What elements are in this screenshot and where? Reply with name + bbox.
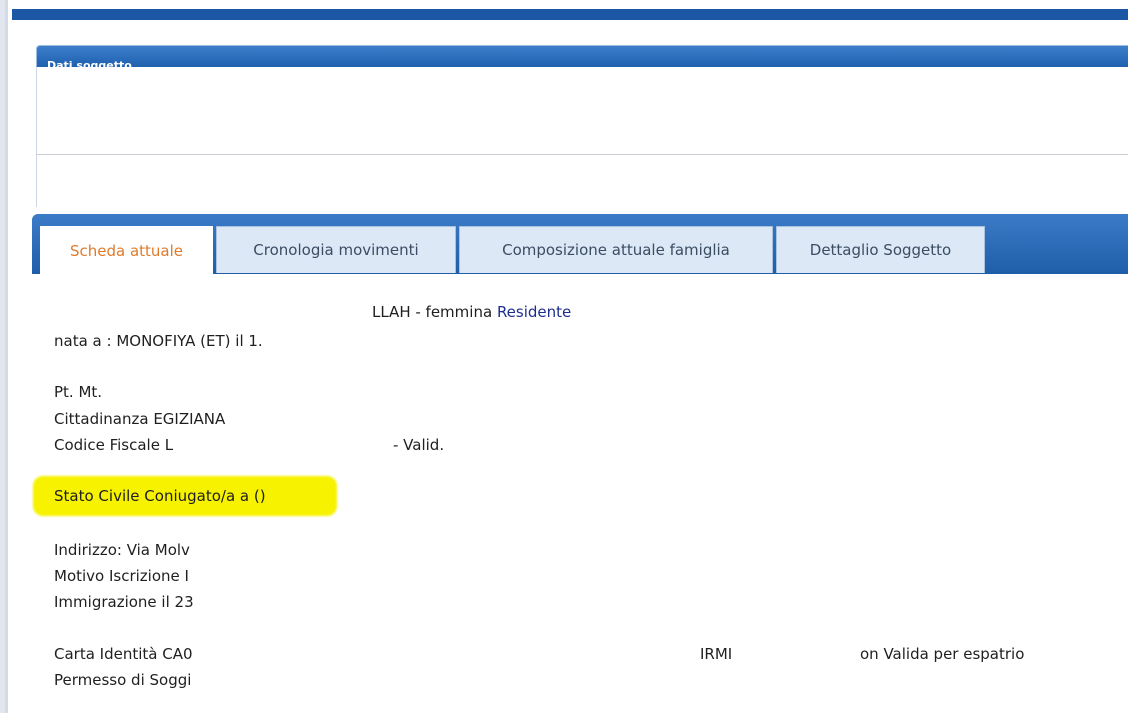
identity-card-status: on Valida per espatrio [860,645,1025,663]
dati-soggetto-panel-header[interactable]: Dati soggetto [36,45,1128,68]
tab-label: Scheda attuale [69,241,184,260]
fiscal-code-status: - Valid. [393,436,445,454]
tab-composizione-attuale-famiglia[interactable]: Composizione attuale famiglia [459,226,773,273]
tab-cronologia-movimenti[interactable]: Cronologia movimenti [216,226,456,273]
tab-dettaglio-soggetto[interactable]: Dettaglio Soggetto [776,226,985,273]
immigration-date: Immigrazione il 23 [54,593,194,611]
identity-card: Carta Identità CA0 [54,645,193,663]
subject-name-suffix: LLAH - femmina [372,303,493,321]
residence-status: Residente [496,303,572,321]
top-header-bar [12,9,1128,20]
marital-status-label: Stato Civile [54,487,140,505]
subject-name-line: LLAH - femmina Residente [372,303,571,321]
tab-label: Cronologia movimenti [253,241,419,259]
fiscal-code-label: Codice Fiscale L [54,436,174,454]
marital-status-value: Coniugato/a a () [144,487,266,505]
address: Indirizzo: Via Molv [54,541,190,559]
registration-reason: Motivo Iscrizione I [54,567,189,585]
birth-info: nata a : MONOFIYA (ET) il 1. [54,332,263,350]
tab-label: Composizione attuale famiglia [502,241,730,259]
identity-card-fragment: IRMI [700,645,733,663]
tab-label: Dettaglio Soggetto [809,241,952,259]
marital-status-line: Stato Civile Coniugato/a a () [54,487,266,505]
dati-soggetto-panel-body [36,67,1128,207]
citizenship: Cittadinanza EGIZIANA [54,410,226,428]
left-frame-border-inner [5,0,8,713]
panel-divider [36,154,1128,155]
residence-permit: Permesso di Soggi [54,671,192,689]
tab-scheda-attuale[interactable]: Scheda attuale [40,226,213,274]
parents-info: Pt. Mt. [54,383,103,401]
